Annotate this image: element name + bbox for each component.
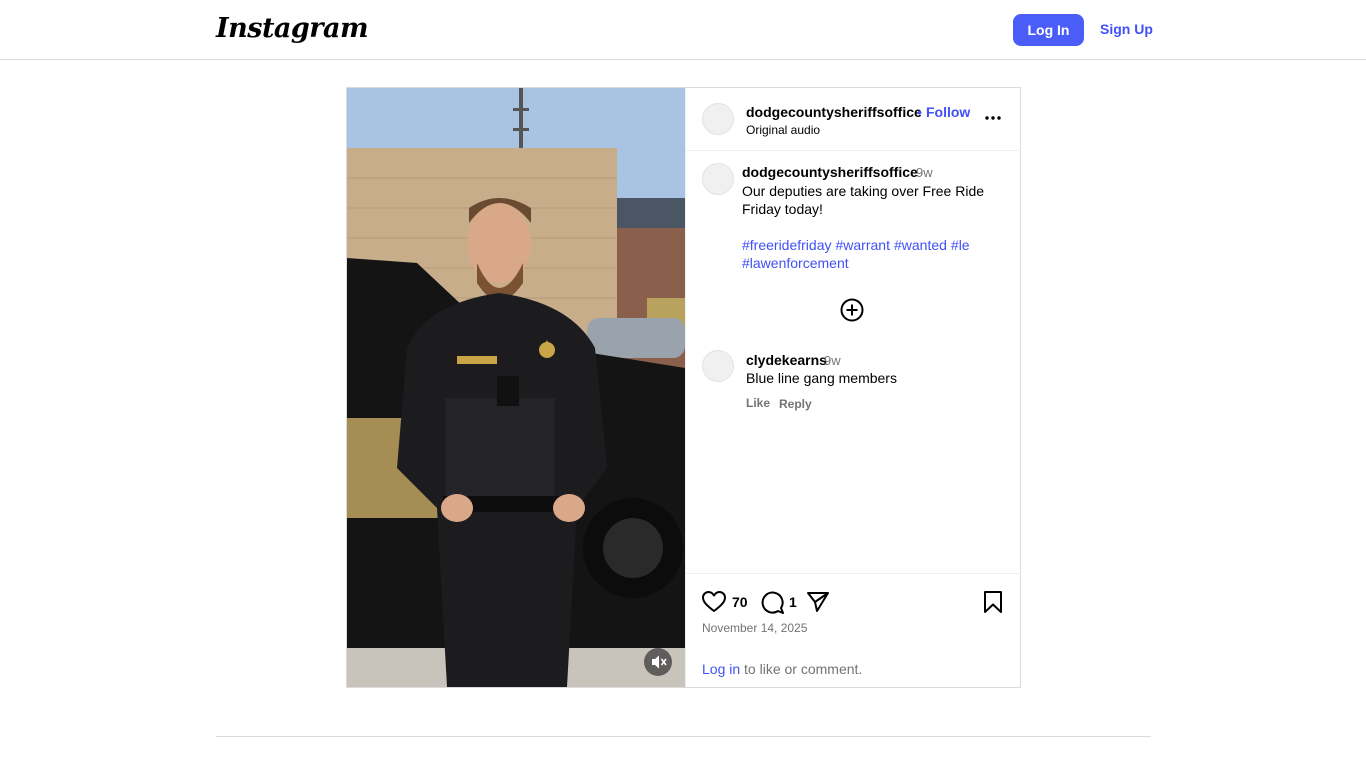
author-username[interactable]: dodgecountysheriffsoffice — [746, 104, 922, 120]
add-circle-icon[interactable] — [840, 298, 864, 322]
video-frame-illustration — [347, 88, 685, 687]
share-icon[interactable] — [805, 589, 831, 615]
hashtag-link[interactable]: #le — [951, 237, 970, 253]
more-options-icon[interactable] — [984, 115, 1002, 121]
heart-icon[interactable] — [701, 589, 727, 615]
comment-icon[interactable] — [759, 589, 785, 615]
separator-dot: • — [917, 104, 922, 120]
caption-text: Our deputies are taking over Free Ride F… — [742, 183, 985, 217]
hashtag-link[interactable]: #wanted — [894, 237, 947, 253]
comment-username[interactable]: clydekearns — [746, 352, 827, 368]
login-prompt: Log in to like or comment. — [702, 661, 862, 677]
comment-text: Blue line gang members — [746, 370, 897, 386]
post-sidebar: dodgecountysheriffsoffice • Follow Origi… — [685, 88, 1021, 687]
like-count[interactable]: 70 — [732, 594, 748, 610]
signup-link[interactable]: Sign Up — [1100, 21, 1153, 37]
post-video[interactable] — [347, 88, 685, 687]
comment-like-button[interactable]: Like — [746, 396, 770, 410]
footer-divider — [216, 736, 1151, 737]
post-card: dodgecountysheriffsoffice • Follow Origi… — [346, 87, 1021, 688]
hashtag-link[interactable]: #lawenforcement — [742, 255, 849, 271]
caption-hashtags: #freeridefriday #warrant #wanted #le #lawen… — [742, 236, 1002, 272]
post-date[interactable]: November 14, 2025 — [702, 621, 807, 635]
login-prompt-suffix: to like or comment. — [740, 661, 863, 677]
hashtag-link[interactable]: #warrant — [836, 237, 890, 253]
hashtag-link[interactable]: #freeridefriday — [742, 237, 832, 253]
post-actions: 70 1 November 14, 2025 Log in to like or… — [686, 573, 1021, 687]
audio-label[interactable]: Original audio — [746, 123, 820, 137]
comment-count[interactable]: 1 — [789, 594, 797, 610]
login-link[interactable]: Log in — [702, 661, 740, 677]
caption-avatar[interactable] — [702, 163, 734, 195]
caption-username[interactable]: dodgecountysheriffsoffice — [742, 164, 918, 180]
follow-button[interactable]: Follow — [926, 104, 970, 120]
login-button[interactable]: Log In — [1013, 14, 1084, 46]
bookmark-icon[interactable] — [980, 589, 1006, 615]
caption-timestamp[interactable]: 9w — [916, 165, 933, 180]
instagram-logo[interactable]: Instagram — [216, 13, 369, 44]
comment-reply-button[interactable]: Reply — [779, 397, 812, 411]
mute-toggle[interactable] — [644, 648, 672, 676]
muted-speaker-icon — [652, 655, 667, 669]
post-header: dodgecountysheriffsoffice • Follow Origi… — [686, 88, 1021, 151]
top-bar: Instagram Log In Sign Up — [0, 0, 1366, 60]
comment-timestamp: 9w — [824, 353, 841, 368]
author-avatar[interactable] — [702, 103, 734, 135]
commenter-avatar[interactable] — [702, 350, 734, 382]
